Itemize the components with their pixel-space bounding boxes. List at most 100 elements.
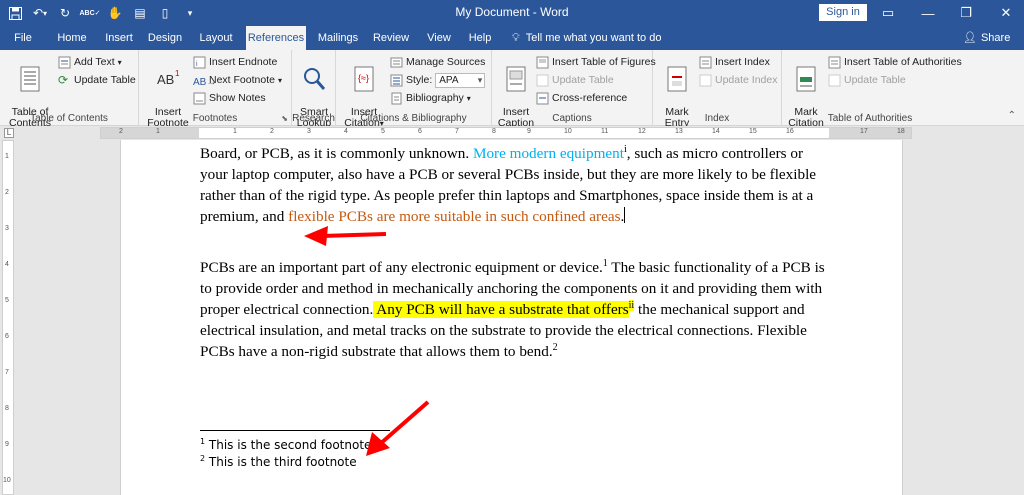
tab-help[interactable]: Help bbox=[464, 26, 496, 50]
manage-sources-icon bbox=[390, 56, 403, 69]
ruler-number: 5 bbox=[381, 128, 385, 135]
refresh-disabled-icon bbox=[536, 74, 549, 87]
paragraph-2[interactable]: PCBs are an important part of any electr… bbox=[200, 257, 830, 362]
insert-index-button[interactable]: Insert Index bbox=[699, 54, 770, 71]
insert-table-of-authorities-button[interactable]: Insert Table of Authorities bbox=[828, 54, 962, 71]
group-index: Mark Entry Insert Index Update Index Ind… bbox=[653, 50, 782, 129]
horizontal-ruler[interactable]: 2 1 1 2 3 4 5 6 7 8 9 10 11 12 13 14 15 … bbox=[100, 127, 912, 139]
ruler-number: 2 bbox=[270, 128, 274, 135]
tab-mailings[interactable]: Mailings bbox=[314, 26, 362, 50]
add-text-label: Add Text bbox=[74, 56, 115, 68]
footnote-text: This is the third footnote bbox=[205, 455, 357, 469]
vertical-ruler-number: 4 bbox=[5, 261, 9, 268]
tab-layout[interactable]: Layout bbox=[194, 26, 238, 50]
tab-home[interactable]: Home bbox=[52, 26, 92, 50]
group-captions: Insert Caption Insert Table of Figures U… bbox=[492, 50, 656, 129]
tab-selector-icon[interactable]: L bbox=[4, 128, 14, 138]
bibliography-icon bbox=[390, 92, 403, 105]
title-bar: ↶ ▾ ↻ ABC✓ ✋ ▤ ▯ ▾ My Document - Word Sig… bbox=[0, 0, 1024, 26]
ruler-number: 6 bbox=[418, 128, 422, 135]
manage-sources-button[interactable]: Manage Sources bbox=[390, 54, 485, 71]
update-table-toa-button[interactable]: Update Table bbox=[828, 72, 906, 89]
tab-view[interactable]: View bbox=[422, 26, 456, 50]
table-of-figures-icon bbox=[536, 56, 549, 69]
update-index-button[interactable]: Update Index bbox=[699, 72, 777, 89]
footnote-reference: 2 bbox=[552, 341, 558, 353]
show-notes-button[interactable]: Show Notes bbox=[193, 90, 266, 107]
bibliography-label: Bibliography bbox=[406, 92, 464, 104]
show-notes-icon bbox=[193, 92, 206, 105]
group-label-toa: Table of Authorities bbox=[827, 113, 913, 124]
horizontal-ruler-row: L 2 1 1 2 3 4 5 6 7 8 9 10 11 12 13 14 1… bbox=[0, 126, 1024, 140]
ruler-number: 18 bbox=[897, 128, 905, 135]
style-dropdown[interactable]: APA bbox=[435, 73, 486, 88]
ruler-number: 11 bbox=[601, 128, 609, 135]
collapse-ribbon-icon[interactable]: ⌃ bbox=[1008, 110, 1016, 121]
magnifier-icon bbox=[304, 68, 326, 90]
tab-references[interactable]: References bbox=[246, 26, 306, 50]
insert-caption-icon bbox=[506, 66, 526, 92]
close-button[interactable]: ✕ bbox=[988, 0, 1024, 26]
insert-toa-icon bbox=[828, 56, 841, 69]
ruler-number: 12 bbox=[638, 128, 646, 135]
insert-index-icon bbox=[699, 56, 712, 69]
insert-endnote-label: Insert Endnote bbox=[209, 56, 278, 68]
sign-in-button[interactable]: Sign in bbox=[819, 4, 867, 21]
share-button[interactable]: 👤︎ Share bbox=[963, 26, 1010, 50]
footnote-2[interactable]: 2 This is the third footnote bbox=[200, 455, 357, 470]
minimize-button[interactable]: — bbox=[910, 0, 946, 26]
group-label-footnotes: Footnotes bbox=[192, 113, 238, 124]
vertical-ruler-number: 8 bbox=[5, 405, 9, 412]
mark-entry-icon bbox=[667, 66, 687, 92]
vertical-ruler-number: 3 bbox=[5, 225, 9, 232]
update-index-label: Update Index bbox=[715, 74, 778, 86]
lightbulb-icon: 💡︎ bbox=[512, 32, 520, 44]
bibliography-button[interactable]: Bibliography ▾ bbox=[390, 90, 471, 107]
svg-text:{≈}: {≈} bbox=[358, 73, 369, 83]
paragraph-1[interactable]: Board, or PCB, as it is commonly unknown… bbox=[200, 143, 830, 227]
style-selector: Style: APA bbox=[390, 72, 486, 89]
vertical-ruler[interactable]: 1 2 3 4 5 6 7 8 9 10 bbox=[2, 140, 14, 495]
refresh-icon: ⟳ bbox=[58, 73, 69, 87]
ruler-number: 15 bbox=[749, 128, 757, 135]
tab-insert[interactable]: Insert bbox=[100, 26, 138, 50]
insert-table-of-figures-label: Insert Table of Figures bbox=[552, 56, 656, 68]
text-cursor bbox=[624, 207, 626, 223]
footnote-1[interactable]: 1 This is the second footnote bbox=[200, 438, 372, 453]
restore-button[interactable]: ❐ bbox=[948, 0, 984, 26]
footnote-text: This is the second footnote bbox=[205, 438, 372, 452]
insert-endnote-button[interactable]: i Insert Endnote bbox=[193, 54, 277, 71]
update-table-button[interactable]: ⟳ Update Table bbox=[58, 72, 136, 89]
ribbon-tab-bar: File Home Insert Design Layout Reference… bbox=[0, 26, 1024, 50]
ribbon-display-options-icon[interactable]: ▭ bbox=[870, 0, 906, 26]
highlighted-text: Any PCB will have a substrate that offer… bbox=[373, 301, 629, 318]
group-label-captions: Captions bbox=[552, 113, 592, 124]
ruler-number: 1 bbox=[156, 128, 160, 135]
person-icon: 👤︎ bbox=[963, 32, 977, 44]
red-arrow-icon bbox=[366, 400, 430, 456]
next-footnote-button[interactable]: AB→ Next Footnote ▾ bbox=[193, 72, 282, 89]
ribbon: Table of Contents Add Text ▾ ⟳ Update Tab… bbox=[0, 50, 1024, 129]
ruler-number: 2 bbox=[119, 128, 123, 135]
tab-design[interactable]: Design bbox=[144, 26, 186, 50]
tab-review[interactable]: Review bbox=[370, 26, 412, 50]
insert-footnote-icon: AB 1 bbox=[157, 69, 180, 87]
vertical-ruler-number: 7 bbox=[5, 369, 9, 376]
tab-file[interactable]: File bbox=[8, 26, 38, 50]
cross-reference-label: Cross-reference bbox=[552, 92, 628, 104]
vertical-ruler-number: 6 bbox=[5, 333, 9, 340]
update-table-captions-button[interactable]: Update Table bbox=[536, 72, 614, 89]
ruler-number: 1 bbox=[233, 128, 237, 135]
insert-table-of-figures-button[interactable]: Insert Table of Figures bbox=[536, 54, 656, 71]
document-page[interactable]: Board, or PCB, as it is commonly unknown… bbox=[120, 140, 903, 495]
next-footnote-icon: AB→ bbox=[193, 77, 217, 88]
tell-me-box[interactable]: 💡︎ Tell me what you want to do bbox=[512, 26, 661, 50]
endnote-icon: i bbox=[193, 56, 206, 69]
manage-sources-label: Manage Sources bbox=[406, 56, 486, 68]
group-label-index: Index bbox=[704, 113, 730, 124]
add-text-button[interactable]: Add Text ▾ bbox=[58, 54, 122, 71]
insert-toa-label: Insert Table of Authorities bbox=[844, 56, 962, 68]
ruler-number: 10 bbox=[564, 128, 572, 135]
ruler-number: 9 bbox=[527, 128, 531, 135]
cross-reference-button[interactable]: Cross-reference bbox=[536, 90, 627, 107]
